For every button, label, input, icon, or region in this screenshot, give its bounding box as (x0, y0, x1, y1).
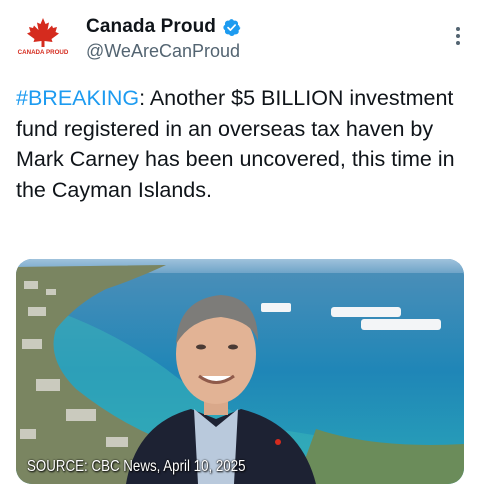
avatar[interactable]: CANADA PROUD (16, 16, 70, 58)
display-name[interactable]: Canada Proud (86, 16, 216, 38)
hashtag-link[interactable]: #BREAKING (16, 86, 139, 110)
author-name-row: Canada Proud (86, 16, 241, 38)
tweet-text: #BREAKING: Another $5 BILLION investment… (16, 83, 466, 205)
maple-leaf-logo-icon: CANADA PROUD (18, 18, 69, 56)
verified-badge-icon (222, 18, 241, 37)
more-vertical-icon[interactable] (455, 26, 461, 46)
author-handle[interactable]: @WeAreCanProud (86, 41, 240, 62)
photo-illustration (16, 259, 464, 484)
tweet-media-image[interactable]: SOURCE: CBC News, April 10, 2025 (16, 259, 464, 484)
avatar-logo-text: CANADA PROUD (18, 49, 69, 56)
tweet-card: CANADA PROUD Canada Proud @WeAreCanProud… (0, 0, 481, 500)
media-caption: SOURCE: CBC News, April 10, 2025 (27, 458, 246, 475)
